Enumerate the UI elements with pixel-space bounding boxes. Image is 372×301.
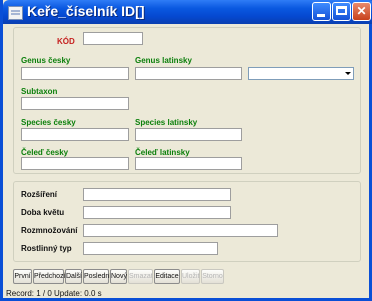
status-bar: Record: 1 / 0 Update: 0.0 s [6,289,102,298]
new-button[interactable]: Nový [110,269,127,284]
celed-cesky-label: Čeleď česky [21,148,69,157]
rozmnozovani-input[interactable] [83,224,278,237]
maximize-icon [336,6,347,15]
doba-kvetu-input[interactable] [83,206,231,219]
subtaxon-input[interactable] [21,97,129,110]
next-button[interactable]: Další [65,269,82,284]
last-button[interactable]: Poslední [83,269,111,284]
subtaxon-label: Subtaxon [21,87,58,96]
close-icon: ✕ [356,4,367,18]
minimize-icon [317,14,325,17]
genus-latinsky-dropdown[interactable] [248,67,354,80]
window-title: Keře_číselník ID[] [27,3,145,19]
kod-label: KÓD [57,37,75,46]
maximize-button[interactable] [332,2,351,21]
species-cesky-input[interactable] [21,128,129,141]
first-button[interactable]: První [13,269,32,284]
celed-cesky-input[interactable] [21,157,129,170]
kod-input[interactable] [83,32,143,45]
celed-latinsky-label: Čeleď latinsky [135,148,190,157]
rozmnozovani-label: Rozmnožování [21,226,78,235]
species-latinsky-input[interactable] [135,128,242,141]
celed-latinsky-input[interactable] [135,157,242,170]
species-cesky-label: Species česky [21,118,76,127]
close-button[interactable]: ✕ [352,2,371,21]
rozsireni-input[interactable] [83,188,231,201]
main-window: Keře_číselník ID[] ✕ KÓD Genus česky Gen… [0,0,372,301]
rozsireni-label: Rozšíření [21,190,58,199]
edit-button[interactable]: Editace [154,269,180,284]
genus-latinsky-input[interactable] [135,67,242,80]
app-icon [8,6,23,20]
previous-button[interactable]: Předchozí [33,269,66,284]
title-bar[interactable]: Keře_číselník ID[] ✕ [3,0,372,24]
minimize-button[interactable] [312,2,331,21]
delete-button[interactable]: Smazat [128,269,153,284]
cancel-button[interactable]: Storno [201,269,224,284]
species-latinsky-label: Species latinsky [135,118,198,127]
chevron-down-icon [344,69,352,78]
doba-kvetu-label: Doba květu [21,208,65,217]
rostlinny-typ-label: Rostlinný typ [21,244,72,253]
save-button[interactable]: Uložit [181,269,200,284]
rostlinny-typ-input[interactable] [83,242,218,255]
genus-cesky-input[interactable] [21,67,129,80]
genus-cesky-label: Genus česky [21,56,71,65]
genus-latinsky-label: Genus latinsky [135,56,192,65]
